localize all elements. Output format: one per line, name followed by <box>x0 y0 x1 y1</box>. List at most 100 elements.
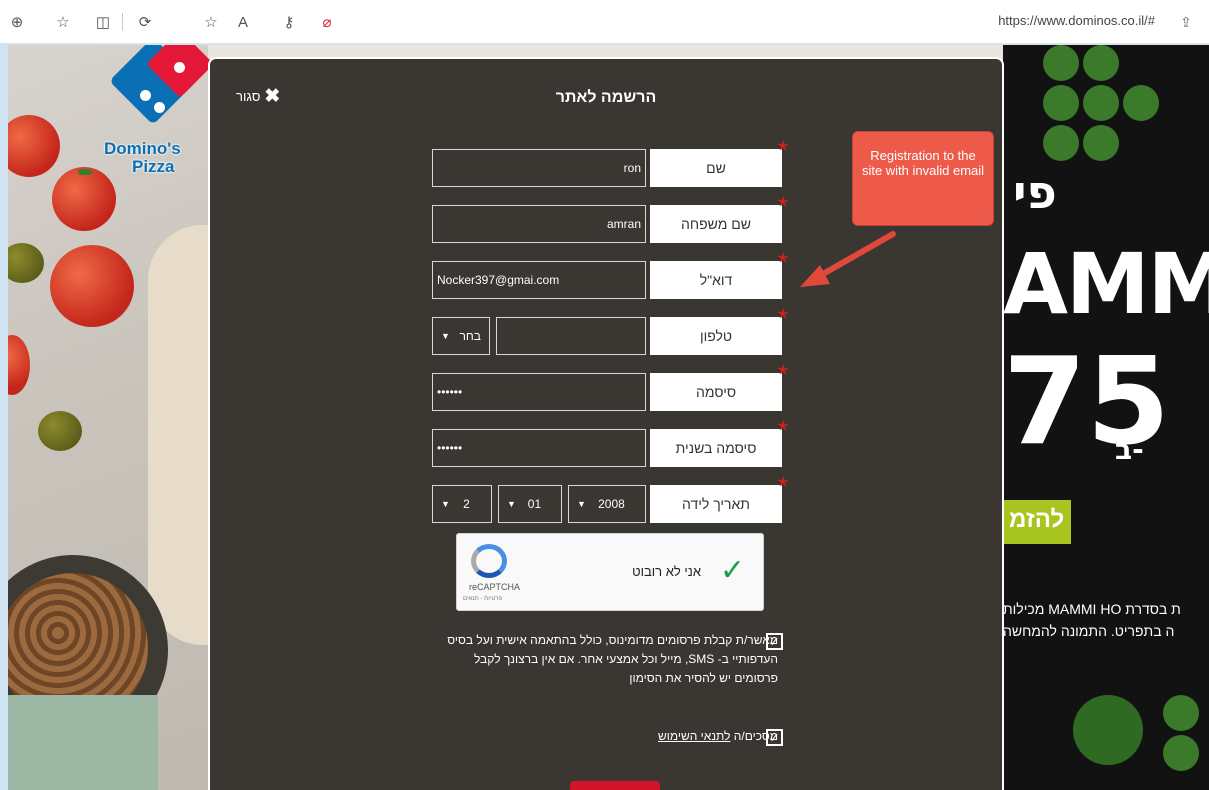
chevron-down-icon: ▼ <box>441 499 450 509</box>
required-star-icon: * <box>777 415 788 445</box>
dominos-logo[interactable]: Domino's Pizza <box>104 45 214 180</box>
password-repeat-label-text: סיסמה בשנית <box>675 440 757 456</box>
terms-link[interactable]: לתנאי השימוש <box>658 729 730 743</box>
tomato-image <box>50 245 134 327</box>
promo-text-pi: פי <box>1013 165 1057 219</box>
recaptcha-brand: reCAPTCHA <box>469 582 521 592</box>
phone-label-text: טלפון <box>699 328 733 344</box>
chevron-down-icon: ▼ <box>577 499 586 509</box>
logo-text-line1: Domino's <box>104 139 181 158</box>
phone-prefix-value: בחר <box>459 329 482 343</box>
tomato-image <box>8 115 60 177</box>
required-star-icon: * <box>777 359 788 389</box>
pattern-circle <box>1163 735 1199 771</box>
recaptcha-logo-icon <box>471 544 507 578</box>
tomato-stem <box>78 169 92 175</box>
promo-order-button[interactable]: להזמ <box>1003 500 1071 544</box>
birth-day-select[interactable]: ▼ 2 <box>432 485 492 523</box>
olive-image <box>8 243 44 283</box>
last-name-label-text: שם משפחה <box>681 216 751 232</box>
email-label-text: דוא"ל <box>699 272 733 288</box>
extensions-icon[interactable]: ⟳ <box>134 11 156 33</box>
promo-text-in: ב- <box>1115 433 1144 466</box>
chevron-down-icon: ▼ <box>507 499 516 509</box>
last-name-row: amran שם משפחה * <box>432 193 788 243</box>
chevron-down-icon: ▼ <box>441 331 450 341</box>
required-star-icon: * <box>777 303 788 333</box>
recaptcha-widget[interactable]: ✓ אני לא רובוט reCAPTCHA פרטיות - תנאים <box>456 533 764 611</box>
pattern-circle <box>1083 125 1119 161</box>
recaptcha-label: אני לא רובוט <box>632 564 701 579</box>
birth-month-value: 01 <box>527 497 542 511</box>
page-viewport: Domino's Pizza פי AMM 75 ב- להזמ ת בסדרת… <box>8 45 1209 790</box>
split-screen-icon[interactable]: ◫ <box>92 11 114 33</box>
promo-description-line1: ת בסדרת MAMMI HO מכילות <box>1003 601 1181 617</box>
password-label-text: סיסמה <box>695 384 737 400</box>
first-name-label-text: שם <box>706 160 726 176</box>
tomato-image <box>8 335 30 395</box>
pattern-circle <box>1073 695 1143 765</box>
recaptcha-links[interactable]: פרטיות - תנאים <box>463 596 502 602</box>
email-input[interactable]: Nocker397@gmai.com <box>432 261 646 299</box>
passwords-key-icon[interactable]: ⚷ <box>278 11 300 33</box>
birthdate-row: ▼ 2 ▼ 01 ▼ 2008 תאריך לידה * <box>432 473 788 523</box>
birth-month-select[interactable]: ▼ 01 <box>498 485 562 523</box>
terms-text: מסכים/ה לתנאי השימוש <box>658 729 778 743</box>
pattern-circle <box>1163 695 1199 731</box>
logo-text-line2: Pizza <box>132 157 175 176</box>
modal-title: הרשמה לאתר <box>555 89 657 106</box>
pattern-circle <box>1083 45 1119 81</box>
password-repeat-input[interactable]: •••••• <box>432 429 646 467</box>
email-row: Nocker397@gmai.com דוא"ל * <box>432 249 788 299</box>
logo-wordmark: Domino's Pizza <box>104 140 181 176</box>
checkmark-icon[interactable]: ✓ <box>720 556 745 586</box>
promo-text-price: 75 <box>1003 333 1170 472</box>
cloth-image <box>8 695 158 790</box>
last-name-label: שם משפחה <box>650 205 782 243</box>
password-row: •••••• סיסמה * <box>432 361 788 411</box>
logo-dot <box>140 90 151 101</box>
terms-prefix: מסכים/ה <box>733 729 778 743</box>
marketing-consent-text: מאשר/ת קבלת פרסומים מדומינוס, כולל בהתאמ… <box>447 633 778 685</box>
first-name-input[interactable]: ron <box>432 149 646 187</box>
password-repeat-label: סיסמה בשנית <box>650 429 782 467</box>
phone-prefix-select[interactable]: ▼ בחר <box>432 317 490 355</box>
required-star-icon: * <box>777 247 788 277</box>
workspaces-icon[interactable]: ⊕ <box>6 11 28 33</box>
promo-background-right: פי AMM 75 ב- להזמ ת בסדרת MAMMI HO מכילו… <box>1003 45 1209 790</box>
required-star-icon: * <box>777 191 788 221</box>
birth-year-select[interactable]: ▼ 2008 <box>568 485 646 523</box>
pattern-circle <box>1083 85 1119 121</box>
submit-button[interactable] <box>570 781 660 790</box>
annotation-callout: Registration to the site with invalid em… <box>852 131 994 226</box>
pattern-circle <box>1123 85 1159 121</box>
read-aloud-icon[interactable]: A <box>232 11 254 33</box>
phone-input[interactable] <box>496 317 646 355</box>
favorites-list-icon[interactable]: ☆ <box>52 11 74 33</box>
address-bar-url[interactable]: https://www.dominos.co.il/# <box>998 13 1155 28</box>
tracking-prevention-icon[interactable]: ⌀ <box>316 11 338 33</box>
share-icon[interactable]: ⇪ <box>1175 11 1197 33</box>
phone-label: טלפון <box>650 317 782 355</box>
phone-row: ▼ בחר טלפון * <box>432 305 788 355</box>
password-label: סיסמה <box>650 373 782 411</box>
password-input[interactable]: •••••• <box>432 373 646 411</box>
first-name-label: שם <box>650 149 782 187</box>
favorite-star-icon[interactable]: ☆ <box>200 11 222 33</box>
pattern-circle <box>1043 45 1079 81</box>
birth-day-value: 2 <box>463 497 470 511</box>
olive-image <box>38 411 82 451</box>
birth-year-value: 2008 <box>598 497 625 511</box>
first-name-row: ron שם * <box>432 137 788 187</box>
logo-dot <box>174 62 185 73</box>
birthdate-label-text: תאריך לידה <box>682 496 750 512</box>
pattern-circle <box>1043 85 1079 121</box>
required-star-icon: * <box>777 135 788 165</box>
email-label: דוא"ל <box>650 261 782 299</box>
password-repeat-row: •••••• סיסמה בשנית * <box>432 417 788 467</box>
last-name-input[interactable]: amran <box>432 205 646 243</box>
pattern-circle <box>1043 125 1079 161</box>
promo-description-line2: ה בתפריט. התמונה להמחשה <box>1003 623 1175 639</box>
toolbar-divider <box>122 13 123 31</box>
logo-dot <box>154 102 165 113</box>
